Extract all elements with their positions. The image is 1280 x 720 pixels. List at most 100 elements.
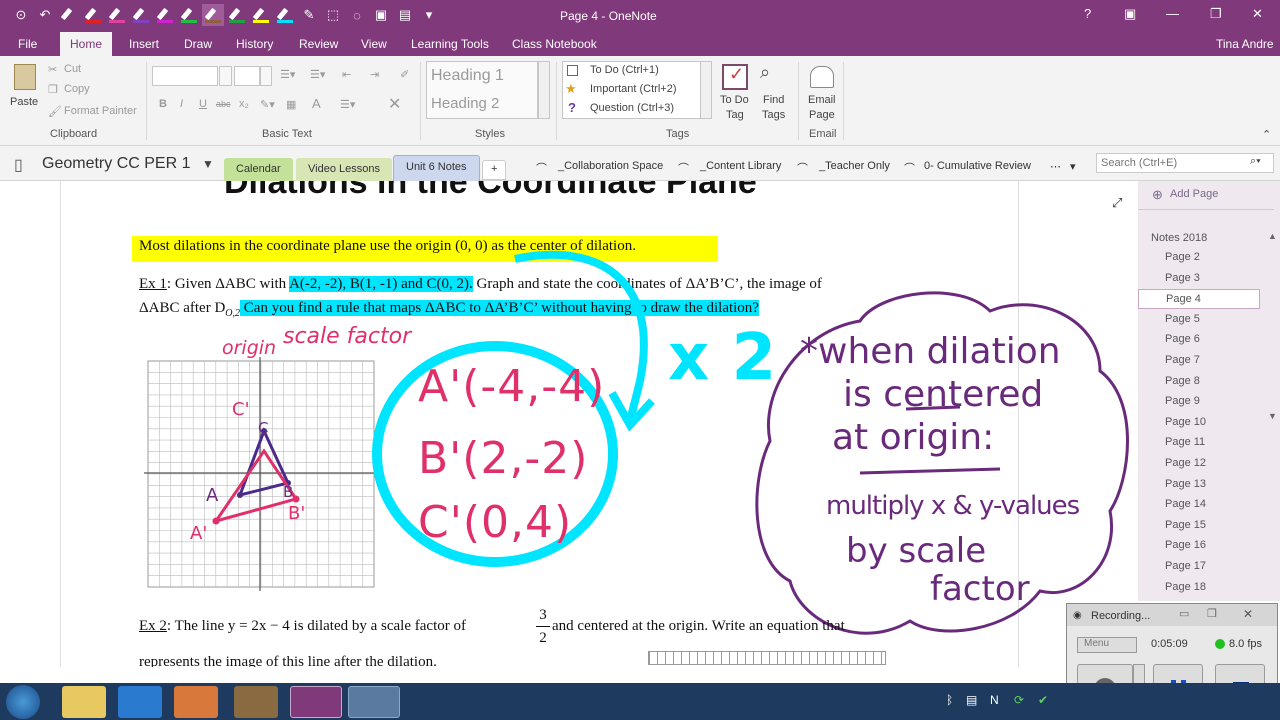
undo-icon[interactable]: ↶	[34, 4, 56, 26]
lasso-icon[interactable]: ◌	[346, 4, 368, 26]
styles-scroll-icon[interactable]	[538, 61, 550, 119]
paste-icon[interactable]: ▣	[370, 4, 392, 26]
customize-qat-icon[interactable]: ▾	[418, 4, 440, 26]
copy-button[interactable]: Copy	[64, 83, 90, 95]
underline-button[interactable]: U	[199, 98, 207, 110]
taskbar-explorer-icon[interactable]	[62, 686, 106, 718]
font-size-field[interactable]	[234, 66, 260, 86]
page-list-item[interactable]: Page 16	[1165, 539, 1206, 551]
todo-tag-icon[interactable]: ✓	[722, 64, 748, 90]
tag-important[interactable]: Important (Ctrl+2)	[590, 83, 677, 95]
page-list-item[interactable]: Page 7	[1165, 354, 1200, 366]
recorder-restore-icon[interactable]: ❐	[1207, 607, 1217, 620]
todo-tag-button[interactable]: To Do	[720, 94, 749, 106]
minimize-icon[interactable]: —	[1166, 6, 1179, 21]
pen-green-icon[interactable]	[178, 4, 200, 26]
tab-draw[interactable]: Draw	[184, 37, 212, 51]
page-list-item[interactable]: Page 2	[1165, 251, 1200, 263]
user-name[interactable]: Tina Andre	[1216, 37, 1274, 51]
style-heading-2[interactable]: Heading 2	[431, 95, 499, 112]
page-list-item[interactable]: Page 15	[1165, 519, 1206, 531]
tab-review[interactable]: Review	[299, 37, 338, 51]
recorder-menu-button[interactable]: Menu	[1077, 637, 1137, 653]
tray-onenote-icon[interactable]: N	[990, 693, 999, 707]
pen-red-icon[interactable]	[82, 4, 104, 26]
more-sections-icon[interactable]: ⋯	[1050, 160, 1061, 173]
ribbon-display-icon[interactable]: ▣	[1124, 6, 1136, 22]
tray-network-icon[interactable]: ▤	[966, 693, 977, 707]
tab-insert[interactable]: Insert	[129, 37, 159, 51]
paste-button[interactable]: Paste	[10, 96, 38, 108]
cut-icon[interactable]: ✂	[48, 63, 57, 76]
find-tags-button[interactable]: Find	[763, 94, 784, 106]
highlighter-yellow-icon[interactable]	[250, 4, 272, 26]
start-button[interactable]	[6, 685, 40, 719]
page-list-item[interactable]: Page 3	[1165, 272, 1200, 284]
email-page-icon[interactable]	[810, 66, 834, 88]
search-input[interactable]	[1096, 153, 1274, 173]
tray-sync-icon[interactable]: ⟳	[1014, 693, 1024, 707]
recorder-minimize-icon[interactable]: ▭	[1179, 607, 1189, 620]
pane-scroll-down-icon[interactable]: ▼	[1268, 411, 1277, 421]
italic-button[interactable]: I	[180, 98, 183, 110]
subscript-button[interactable]: x₂	[239, 98, 249, 110]
page-list-item[interactable]: Page 8	[1165, 375, 1200, 387]
section-group-teacher-only[interactable]: _Teacher Only	[819, 160, 890, 172]
taskbar-media-icon[interactable]	[174, 686, 218, 718]
tab-class-notebook[interactable]: Class Notebook	[512, 37, 597, 51]
font-size-dropdown-icon[interactable]	[260, 66, 272, 86]
page-list-item[interactable]: Page 9	[1165, 395, 1200, 407]
align-icon[interactable]: ☰▾	[340, 98, 355, 111]
cut-button[interactable]: Cut	[64, 63, 81, 75]
tray-security-icon[interactable]: ✔	[1038, 693, 1048, 707]
format-icon[interactable]: ▤	[394, 4, 416, 26]
notebook-dropdown-icon[interactable]: ▼	[202, 157, 214, 171]
numbering-icon[interactable]: ☰▾	[310, 68, 325, 81]
outdent-icon[interactable]: ⇤	[342, 68, 351, 81]
add-page-icon[interactable]: ⊕	[1152, 187, 1163, 203]
style-heading-1[interactable]: Heading 1	[431, 67, 504, 85]
page-list-item[interactable]: Page 5	[1165, 313, 1200, 325]
paste-icon[interactable]	[14, 64, 36, 90]
page-list-item[interactable]: Page 18	[1165, 581, 1206, 593]
select-icon[interactable]: ⬚	[322, 4, 344, 26]
page-list-item[interactable]: Page 12	[1165, 457, 1206, 469]
tab-file[interactable]: File	[18, 37, 37, 51]
font-name-dropdown-icon[interactable]	[219, 66, 232, 86]
section-group-content-library[interactable]: _Content Library	[700, 160, 781, 172]
page-group-notes-2018[interactable]: Notes 2018	[1151, 232, 1207, 244]
bullets-icon[interactable]: ☰▾	[280, 68, 295, 81]
clear-format-icon[interactable]: ✐	[400, 68, 409, 81]
sections-dropdown-icon[interactable]: ▾	[1070, 160, 1076, 173]
email-page-button[interactable]: Email	[808, 94, 836, 106]
page-list-item[interactable]: Page 10	[1165, 416, 1206, 428]
format-painter-button[interactable]: Format Painter	[64, 105, 137, 117]
back-icon[interactable]: ⊙	[10, 4, 32, 26]
section-group-cumulative-review[interactable]: 0- Cumulative Review	[924, 160, 1031, 172]
taskbar-ie-icon[interactable]	[118, 686, 162, 718]
pen-pink-icon[interactable]	[106, 4, 128, 26]
font-name-field[interactable]	[152, 66, 218, 86]
indent-icon[interactable]: ⇥	[370, 68, 379, 81]
recorder-close-icon[interactable]: ✕	[1243, 607, 1253, 621]
tab-history[interactable]: History	[236, 37, 273, 51]
help-icon[interactable]: ?	[1084, 6, 1091, 21]
section-tab-calendar[interactable]: Calendar	[224, 158, 293, 181]
pen-purple-icon[interactable]	[130, 4, 152, 26]
taskbar-onenote-icon[interactable]	[290, 686, 342, 718]
add-page-button[interactable]: Add Page	[1170, 188, 1218, 200]
collapse-ribbon-icon[interactable]: ⌃	[1262, 128, 1271, 141]
tray-bluetooth-icon[interactable]: ᛒ	[946, 693, 953, 707]
page-list-item[interactable]: Page 6	[1165, 333, 1200, 345]
pen-magenta-icon[interactable]	[154, 4, 176, 26]
delete-icon[interactable]: ✕	[388, 94, 401, 114]
close-icon[interactable]: ✕	[1252, 6, 1263, 22]
pen-black-icon[interactable]	[58, 4, 80, 26]
font-color-button[interactable]: A	[312, 96, 321, 111]
highlight-icon[interactable]: ✎▾	[260, 98, 275, 111]
page-list-item[interactable]: Page 13	[1165, 478, 1206, 490]
add-section-button[interactable]: +	[482, 160, 507, 180]
page-list-item[interactable]: Page 17	[1165, 560, 1206, 572]
pen-darkgreen-icon[interactable]	[226, 4, 248, 26]
tags-scroll-icon[interactable]	[700, 61, 712, 119]
